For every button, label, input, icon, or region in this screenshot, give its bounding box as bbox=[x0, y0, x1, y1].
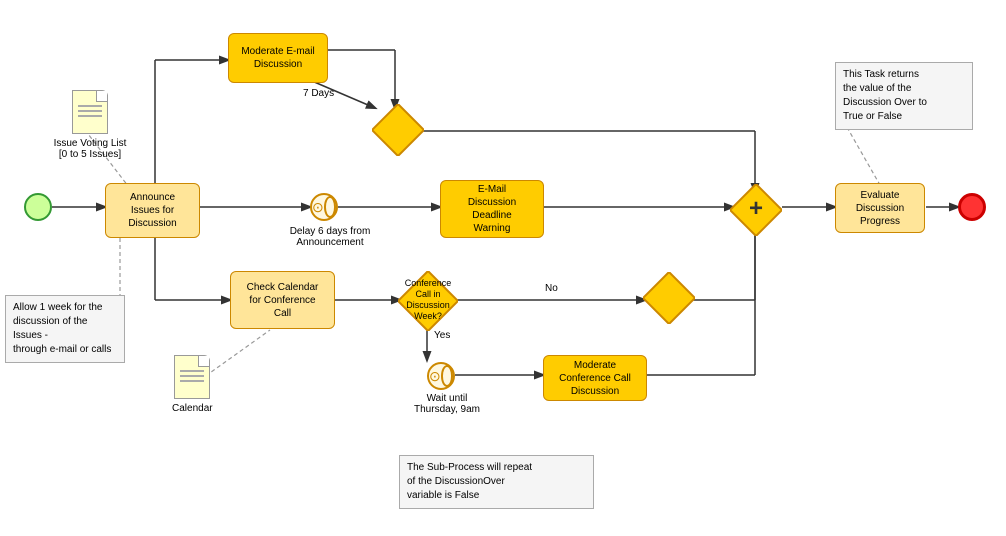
wait-timer-event: ⊙ bbox=[427, 362, 455, 390]
label-no: No bbox=[545, 283, 558, 294]
top-gateway bbox=[372, 104, 424, 156]
moderate-conf-label: Moderate Conference Call Discussion bbox=[559, 359, 631, 398]
doc-calendar: Calendar bbox=[172, 355, 213, 414]
no-branch-gateway bbox=[643, 272, 695, 324]
email-deadline-task[interactable]: E-Mail Discussion Deadline Warning bbox=[440, 180, 544, 238]
conference-call-gateway bbox=[398, 271, 458, 331]
annotation-task-returns: This Task returns the value of the Discu… bbox=[835, 62, 973, 130]
annotation-allow-week: Allow 1 week for the discussion of the I… bbox=[5, 295, 125, 363]
svg-text:+: + bbox=[749, 195, 763, 222]
doc-calendar-label: Calendar bbox=[172, 403, 213, 414]
announce-issues-label: Announce Issues for Discussion bbox=[128, 191, 176, 230]
evaluate-label: Evaluate Discussion Progress bbox=[856, 189, 904, 228]
start-event bbox=[24, 193, 52, 221]
moderate-email-task[interactable]: Moderate E-mail Discussion bbox=[228, 33, 328, 83]
diagram: Announce Issues for Discussion Moderate … bbox=[0, 0, 1006, 536]
announce-issues-task[interactable]: Announce Issues for Discussion bbox=[105, 183, 200, 238]
doc-issue-list: Issue Voting List [0 to 5 Issues] bbox=[50, 90, 130, 160]
moderate-conf-task[interactable]: Moderate Conference Call Discussion bbox=[543, 355, 647, 401]
moderate-email-label: Moderate E-mail Discussion bbox=[241, 45, 314, 71]
label-yes: Yes bbox=[434, 330, 450, 341]
check-calendar-task[interactable]: Check Calendar for Conference Call bbox=[230, 271, 335, 329]
doc-issue-label: Issue Voting List [0 to 5 Issues] bbox=[50, 138, 130, 160]
check-calendar-label: Check Calendar for Conference Call bbox=[247, 281, 319, 320]
delay-label: Delay 6 days from Announcement bbox=[288, 226, 372, 248]
end-event bbox=[958, 193, 986, 221]
annotation-subprocess: The Sub-Process will repeat of the Discu… bbox=[399, 455, 594, 509]
wait-label: Wait until Thursday, 9am bbox=[405, 393, 489, 415]
email-deadline-label: E-Mail Discussion Deadline Warning bbox=[468, 183, 516, 235]
delay-timer-event: ⊙ bbox=[310, 193, 338, 221]
parallel-gateway: + bbox=[730, 184, 782, 236]
label-7days: 7 Days bbox=[303, 88, 334, 99]
evaluate-task[interactable]: Evaluate Discussion Progress bbox=[835, 183, 925, 233]
